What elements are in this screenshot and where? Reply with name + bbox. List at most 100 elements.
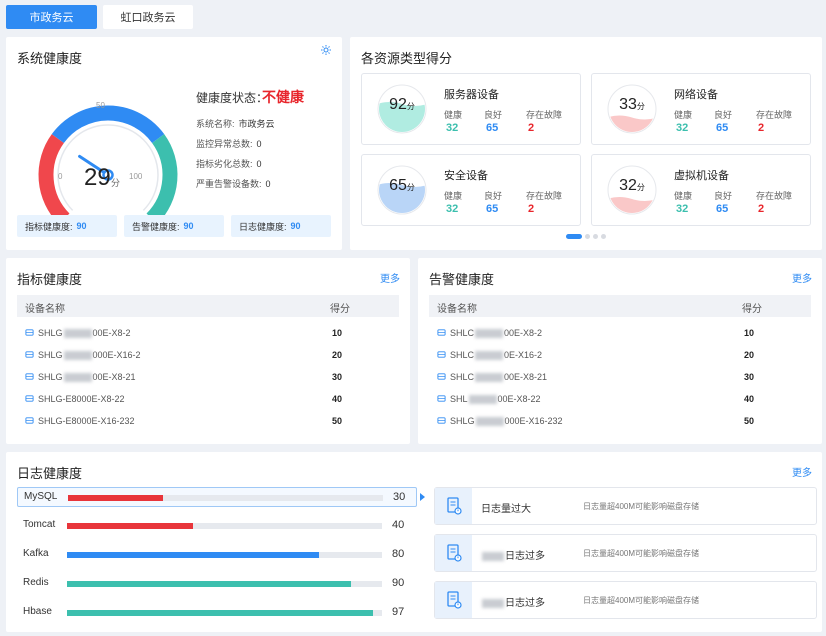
log-source-name: Kafka — [23, 548, 49, 559]
resource-name: 网络设备 — [674, 89, 718, 101]
device-name: SHLC 00E-X8-21 — [450, 372, 548, 383]
log-bar-track — [68, 495, 383, 501]
tab-city-cloud[interactable]: 市政务云 — [6, 5, 97, 29]
resource-sub-value: 65 — [716, 122, 729, 134]
log-bar-value: 97 — [392, 606, 405, 618]
log-bar-value: 40 — [392, 519, 405, 531]
log-alert-title: 日志过多 — [481, 547, 545, 562]
resource-sub-label: 存在故障 — [756, 110, 793, 120]
device-score: 40 — [332, 394, 343, 404]
resource-sub-value: 32 — [446, 203, 459, 215]
alarm-more-link[interactable]: 更多 — [792, 270, 812, 285]
health-score: 29 — [84, 164, 111, 191]
log-alert-desc: 日志量超400M可能影响磁盘存储 — [583, 549, 700, 558]
carousel-dots[interactable] — [566, 234, 606, 239]
resource-box[interactable]: 92分 服务器设备 健康 32 良好 65 存在故障 2 — [361, 73, 581, 145]
resource-sub-label: 存在故障 — [756, 191, 793, 201]
resource-sub-value: 2 — [528, 122, 535, 134]
resource-sub-label: 健康 — [444, 191, 463, 201]
carousel-dot-1[interactable] — [566, 234, 582, 239]
selected-arrow-icon — [420, 493, 425, 501]
table-row[interactable]: SHL 00E-X8-22 40 — [429, 389, 811, 411]
log-bar-row[interactable]: MySQL 30 — [17, 487, 417, 507]
gear-icon[interactable] — [320, 44, 332, 56]
resource-scores-card: 各资源类型得分 92分 服务器设备 健康 32 良好 65 存在故障 2 33分 网络设备… — [350, 37, 822, 250]
resource-sub-value: 2 — [758, 203, 765, 215]
log-alert-desc: 日志量超400M可能影响磁盘存储 — [583, 596, 700, 605]
table-row[interactable]: SHLG-E8000E-X8-22 40 — [17, 389, 399, 411]
log-bar-track — [67, 523, 382, 529]
alarm-health-title: 告警健康度 — [429, 272, 495, 287]
device-icon — [437, 417, 446, 424]
log-bar-row[interactable]: Tomcat 40 — [17, 516, 417, 536]
resource-score: 32分 — [619, 177, 645, 194]
log-bar-fill — [67, 581, 351, 587]
log-source-name: Tomcat — [23, 519, 56, 530]
resource-sub-label: 良好 — [714, 110, 733, 120]
table-row[interactable]: SHLC 0E-X16-2 20 — [429, 345, 811, 367]
redacted-mask — [482, 598, 504, 608]
log-alert-item[interactable]: 日志过多 日志量超400M可能影响磁盘存储 — [434, 581, 817, 619]
redacted-mask — [468, 395, 497, 405]
redacted-mask — [475, 417, 504, 427]
log-alert-title: 日志量过大 — [481, 504, 531, 515]
resource-box[interactable]: 32分 虚拟机设备 健康 32 良好 65 存在故障 2 — [591, 154, 811, 226]
table-row[interactable]: SHLG 00E-X8-21 30 — [17, 367, 399, 389]
indicator-health-card: 指标健康度 更多 设备名称 得分 SHLG 00E-X8-2 10 SHLG 000… — [6, 258, 410, 444]
log-bar-row[interactable]: Kafka 80 — [17, 545, 417, 565]
device-icon — [437, 373, 446, 380]
table-row[interactable]: SHLC 00E-X8-21 30 — [429, 367, 811, 389]
device-score: 10 — [744, 328, 755, 338]
log-bar-fill — [68, 495, 163, 501]
resource-sub-value: 65 — [716, 203, 729, 215]
log-alert-item[interactable]: 日志量过大 日志量超400M可能影响磁盘存储 — [434, 487, 817, 525]
log-bar-row[interactable]: Hbase 97 — [17, 603, 417, 623]
redacted-mask — [63, 351, 92, 361]
table-row[interactable]: SHLC 00E-X8-2 10 — [429, 323, 811, 345]
info-system-name: 系统名称: 市政务云 — [196, 119, 275, 129]
alarm-table-header: 设备名称 得分 — [429, 295, 811, 317]
device-icon — [437, 395, 446, 402]
carousel-dot-3[interactable] — [593, 234, 598, 239]
info-monitor-anomalies: 监控异常总数: 0 — [196, 139, 262, 149]
col-score: 得分 — [742, 304, 762, 315]
log-health-title: 日志健康度 — [17, 466, 83, 481]
log-source-name: Redis — [23, 577, 49, 588]
table-row[interactable]: SHLG 000E-X16-232 50 — [429, 411, 811, 433]
log-more-link[interactable]: 更多 — [792, 464, 812, 479]
log-bar-fill — [67, 552, 319, 558]
table-row[interactable]: SHLG 000E-X16-2 20 — [17, 345, 399, 367]
carousel-dot-4[interactable] — [601, 234, 606, 239]
col-device-name: 设备名称 — [25, 304, 65, 315]
pill-alarm-health: 告警健康度: 90 — [124, 215, 224, 237]
gauge-mid-label: 50 — [96, 101, 105, 110]
system-health-card: 系统健康度 0 50 100 29 分 健康度状态： 不健康 系统名称: 市政务云… — [6, 37, 342, 250]
device-score: 30 — [332, 372, 343, 382]
resource-box[interactable]: 65分 安全设备 健康 32 良好 65 存在故障 2 — [361, 154, 581, 226]
indicator-more-link[interactable]: 更多 — [380, 270, 400, 285]
resource-sub-label: 健康 — [674, 191, 693, 201]
redacted-mask — [475, 373, 504, 383]
info-severe-alarm-devices: 严重告警设备数: 0 — [196, 179, 271, 189]
device-icon — [25, 329, 34, 336]
log-bar-track — [67, 581, 382, 587]
log-bar-row[interactable]: Redis 90 — [17, 574, 417, 594]
device-icon — [25, 351, 34, 358]
tab-hongkou-cloud[interactable]: 虹口政务云 — [103, 5, 193, 29]
resource-sub-value: 2 — [758, 122, 765, 134]
log-alert-desc: 日志量超400M可能影响磁盘存储 — [583, 502, 700, 511]
table-row[interactable]: SHLG-E8000E-X16-232 50 — [17, 411, 399, 433]
resource-name: 服务器设备 — [444, 89, 499, 101]
resource-sub-label: 良好 — [484, 191, 503, 201]
log-alert-item[interactable]: 日志过多 日志量超400M可能影响磁盘存储 — [434, 534, 817, 572]
resource-sub-value: 65 — [486, 122, 499, 134]
redacted-mask — [475, 351, 504, 361]
gauge-max-label: 100 — [129, 172, 143, 181]
carousel-dot-2[interactable] — [585, 234, 590, 239]
table-row[interactable]: SHLG 00E-X8-2 10 — [17, 323, 399, 345]
device-score: 20 — [332, 350, 343, 360]
resource-box[interactable]: 33分 网络设备 健康 32 良好 65 存在故障 2 — [591, 73, 811, 145]
resource-score: 65分 — [389, 177, 415, 194]
device-icon — [25, 373, 34, 380]
device-score: 50 — [332, 416, 343, 426]
